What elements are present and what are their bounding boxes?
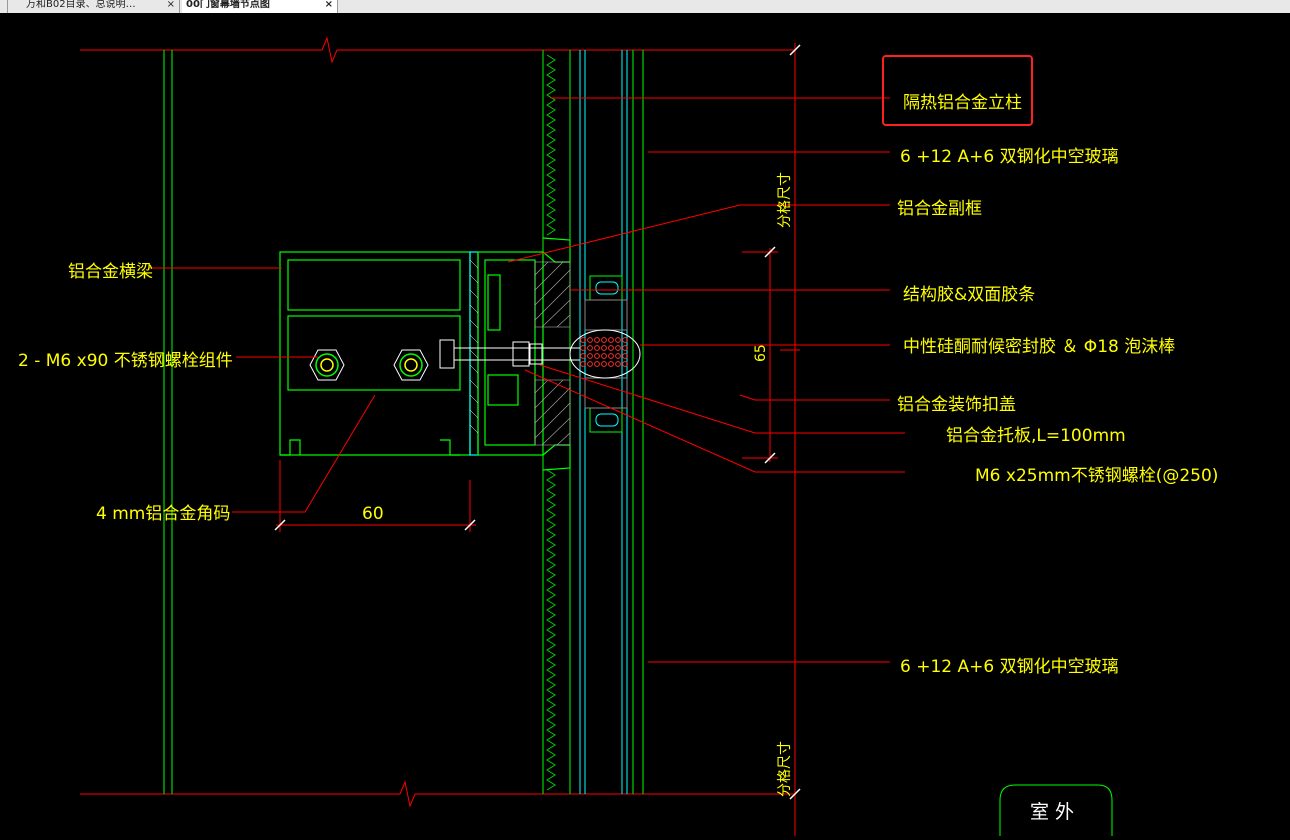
tab-node-drawing-close-icon[interactable]: × [325, 0, 333, 10]
tab-directory-close-icon[interactable]: × [167, 0, 175, 10]
tab-previous-partial[interactable] [0, 0, 8, 13]
bolt-right [393, 349, 429, 381]
cad-drawing: 隔热铝合金立柱 6 +12 A+6 双钢化中空玻璃 铝合金副框 结构胶&双面胶条… [18, 36, 1218, 836]
label-glue: 结构胶&双面胶条 [903, 285, 1035, 305]
dim-grid-bottom: 分格尺寸 [777, 741, 793, 797]
label-glass-top: 6 +12 A+6 双钢化中空玻璃 [900, 147, 1119, 167]
wall-lines [163, 50, 173, 794]
tab-directory[interactable]: 万和B02目录、总说明… × [22, 0, 180, 13]
dimension-lines [276, 43, 800, 836]
outside-label: 室 外 [1030, 801, 1074, 823]
cad-canvas[interactable]: 隔热铝合金立柱 6 +12 A+6 双钢化中空玻璃 铝合金副框 结构胶&双面胶条… [0, 13, 1290, 836]
label-bolt: 2 - M6 x90 不锈钢螺栓组件 [18, 351, 233, 371]
tab-directory-label: 万和B02目录、总说明… [26, 0, 136, 10]
label-subframe: 铝合金副框 [897, 199, 982, 219]
dim-height-65: 65 [753, 344, 769, 362]
tab-bar: 万和B02目录、总说明… × 00门窗幕墙节点图 × [0, 0, 1290, 14]
tab-node-drawing-label: 00门窗幕墙节点图 [186, 0, 270, 10]
label-beam: 铝合金横梁 [68, 262, 153, 282]
bolt-assembly [309, 339, 580, 381]
thermal-break [469, 259, 479, 434]
glass-panes [579, 50, 644, 794]
break-lines [80, 36, 795, 808]
dim-grid-top: 分格尺寸 [777, 172, 793, 228]
tab-node-drawing[interactable]: 00门窗幕墙节点图 × [182, 0, 338, 13]
label-glass-bottom: 6 +12 A+6 双钢化中空玻璃 [900, 657, 1119, 677]
structural-glue [534, 261, 571, 446]
label-sealant: 中性硅酮耐候密封胶 ＆ Φ18 泡沫棒 [903, 337, 1175, 357]
label-cover: 铝合金装饰扣盖 [897, 395, 1016, 415]
label-angle: 4 mm铝合金角码 [96, 504, 230, 524]
label-plate: 铝合金托板,L=100mm [946, 426, 1126, 446]
through-bolt [439, 339, 580, 369]
label-screw: M6 x25mm不锈钢螺栓(@250) [975, 466, 1218, 486]
bolt-left [309, 349, 345, 381]
highlight-box [882, 55, 1033, 126]
label-column: 隔热铝合金立柱 [903, 93, 1022, 113]
dim-width-60: 60 [362, 504, 384, 524]
